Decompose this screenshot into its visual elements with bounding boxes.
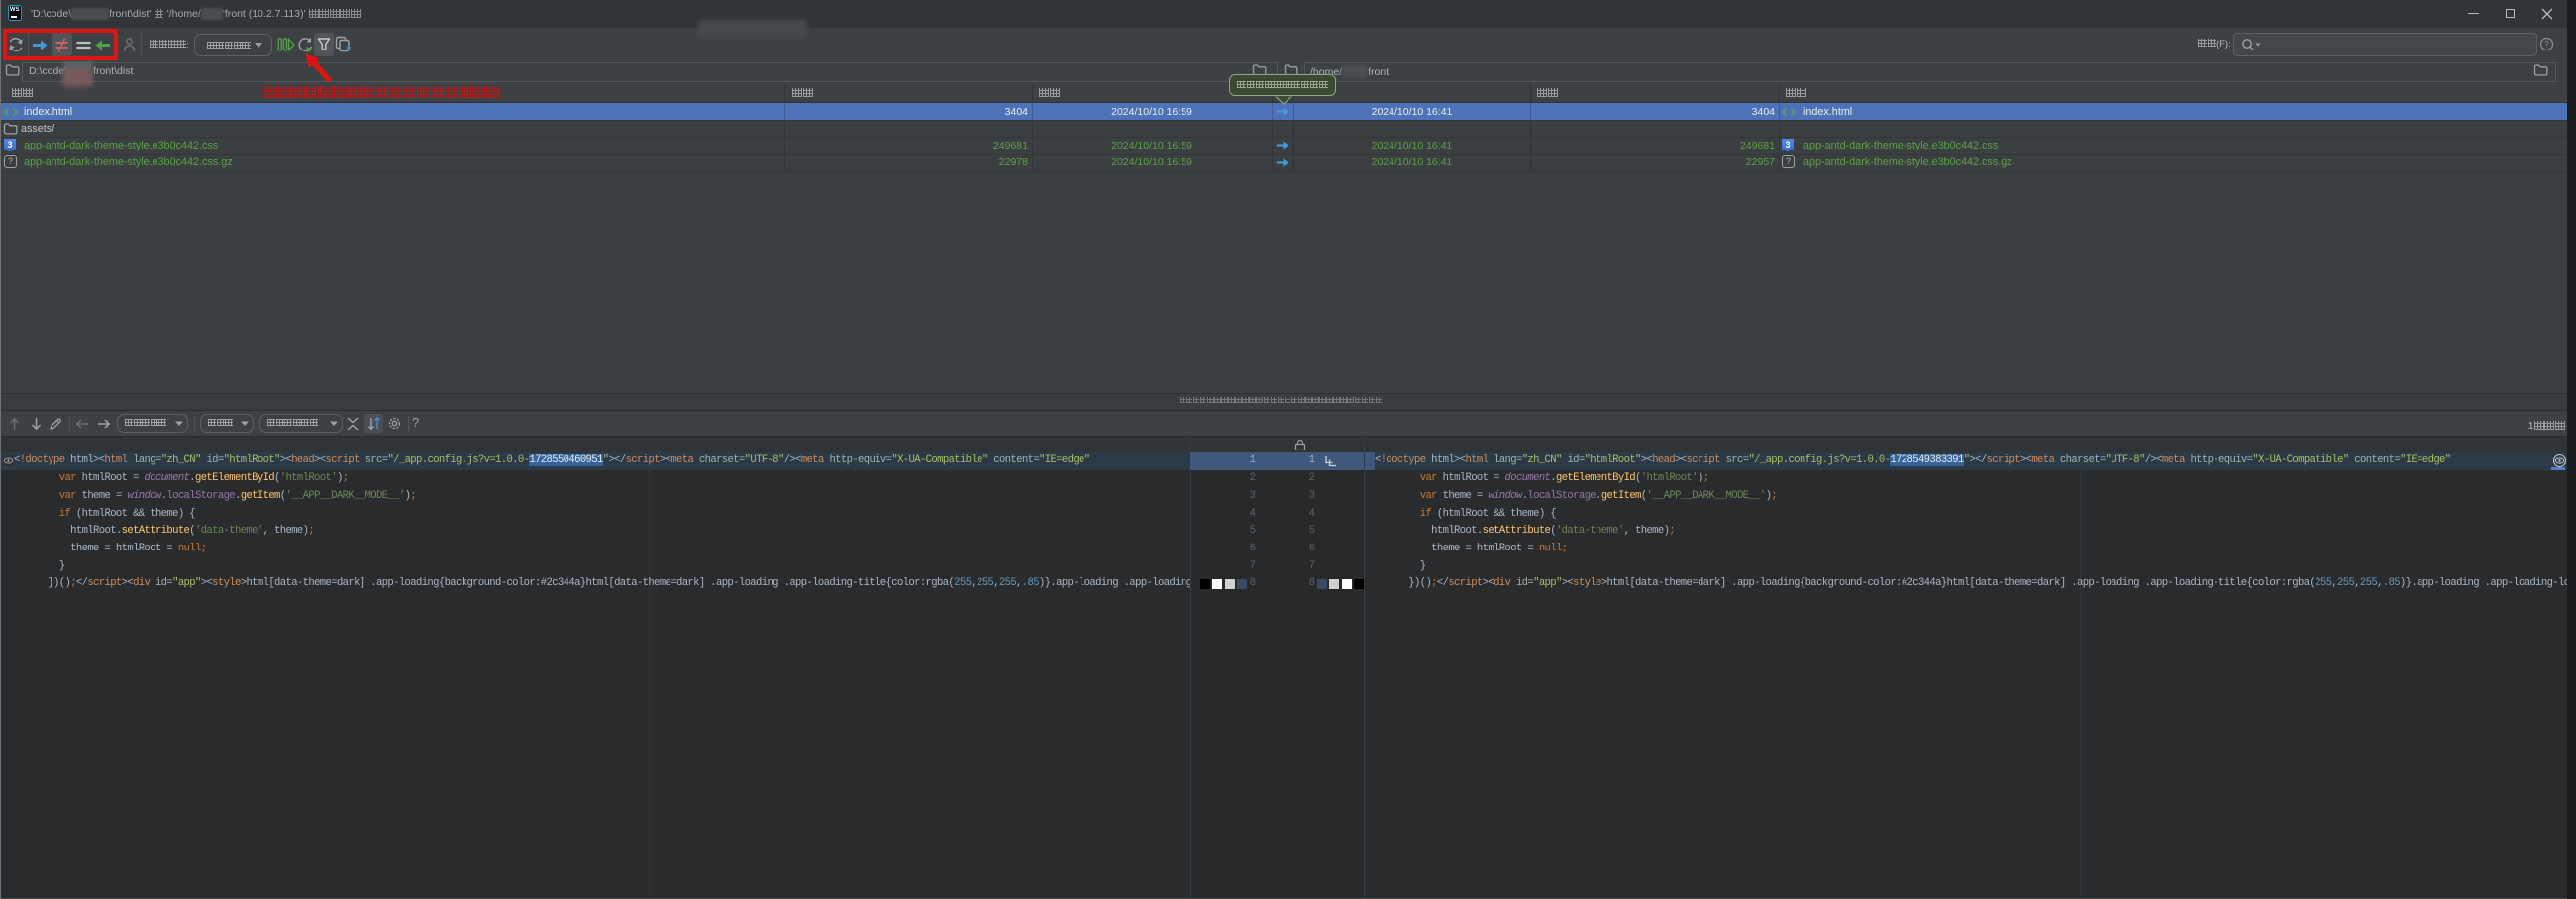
svg-text:?: ? [2544,40,2549,50]
